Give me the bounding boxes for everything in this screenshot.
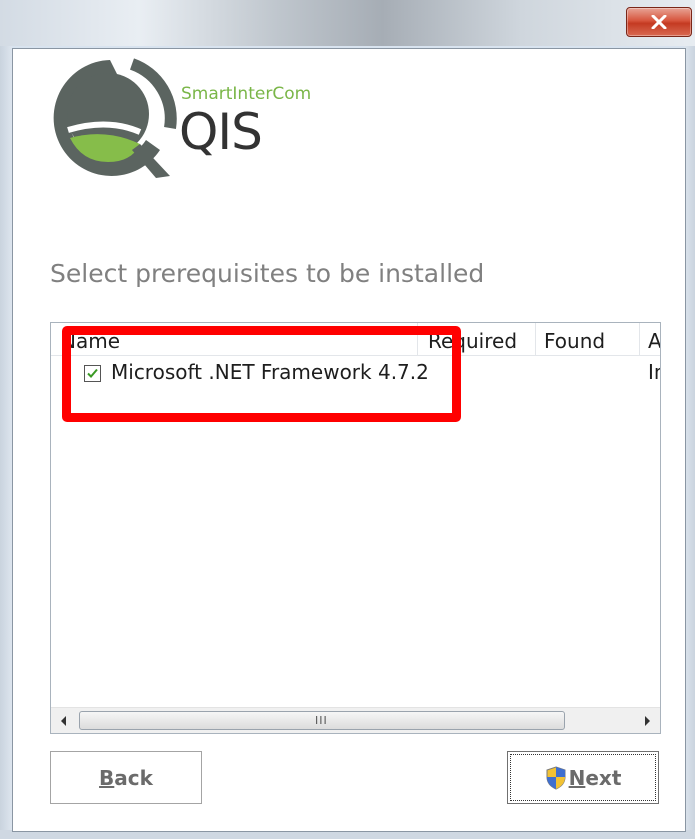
annotation-highlight-box [62, 326, 461, 422]
close-button[interactable] [626, 7, 692, 37]
scrollbar-grip: III [315, 714, 328, 727]
next-button[interactable]: Next [507, 751, 659, 804]
qis-logo-icon [53, 58, 177, 178]
page-heading: Select prerequisites to be installed [50, 259, 485, 288]
scroll-right-button[interactable] [634, 708, 660, 733]
close-icon [651, 15, 667, 29]
column-header-action[interactable]: A [640, 323, 660, 355]
back-mnemonic: B [99, 765, 115, 790]
scroll-left-icon [61, 716, 66, 726]
scrollbar-thumb[interactable]: III [79, 711, 565, 730]
scroll-left-button[interactable] [51, 708, 77, 733]
row-action: In [648, 360, 660, 384]
next-label: ext [585, 765, 622, 790]
window-border-left [0, 46, 12, 839]
brand-subtitle: SmartInterCom [181, 84, 312, 104]
back-button[interactable]: Back [50, 751, 202, 804]
back-label: ack [114, 765, 153, 790]
column-header-found[interactable]: Found [536, 323, 640, 355]
scroll-right-icon [645, 716, 650, 726]
brand-title: QIS [179, 103, 263, 161]
title-bar[interactable] [0, 0, 695, 46]
uac-shield-icon [546, 765, 566, 790]
horizontal-scrollbar[interactable]: III [51, 707, 660, 733]
next-mnemonic: N [568, 765, 586, 790]
